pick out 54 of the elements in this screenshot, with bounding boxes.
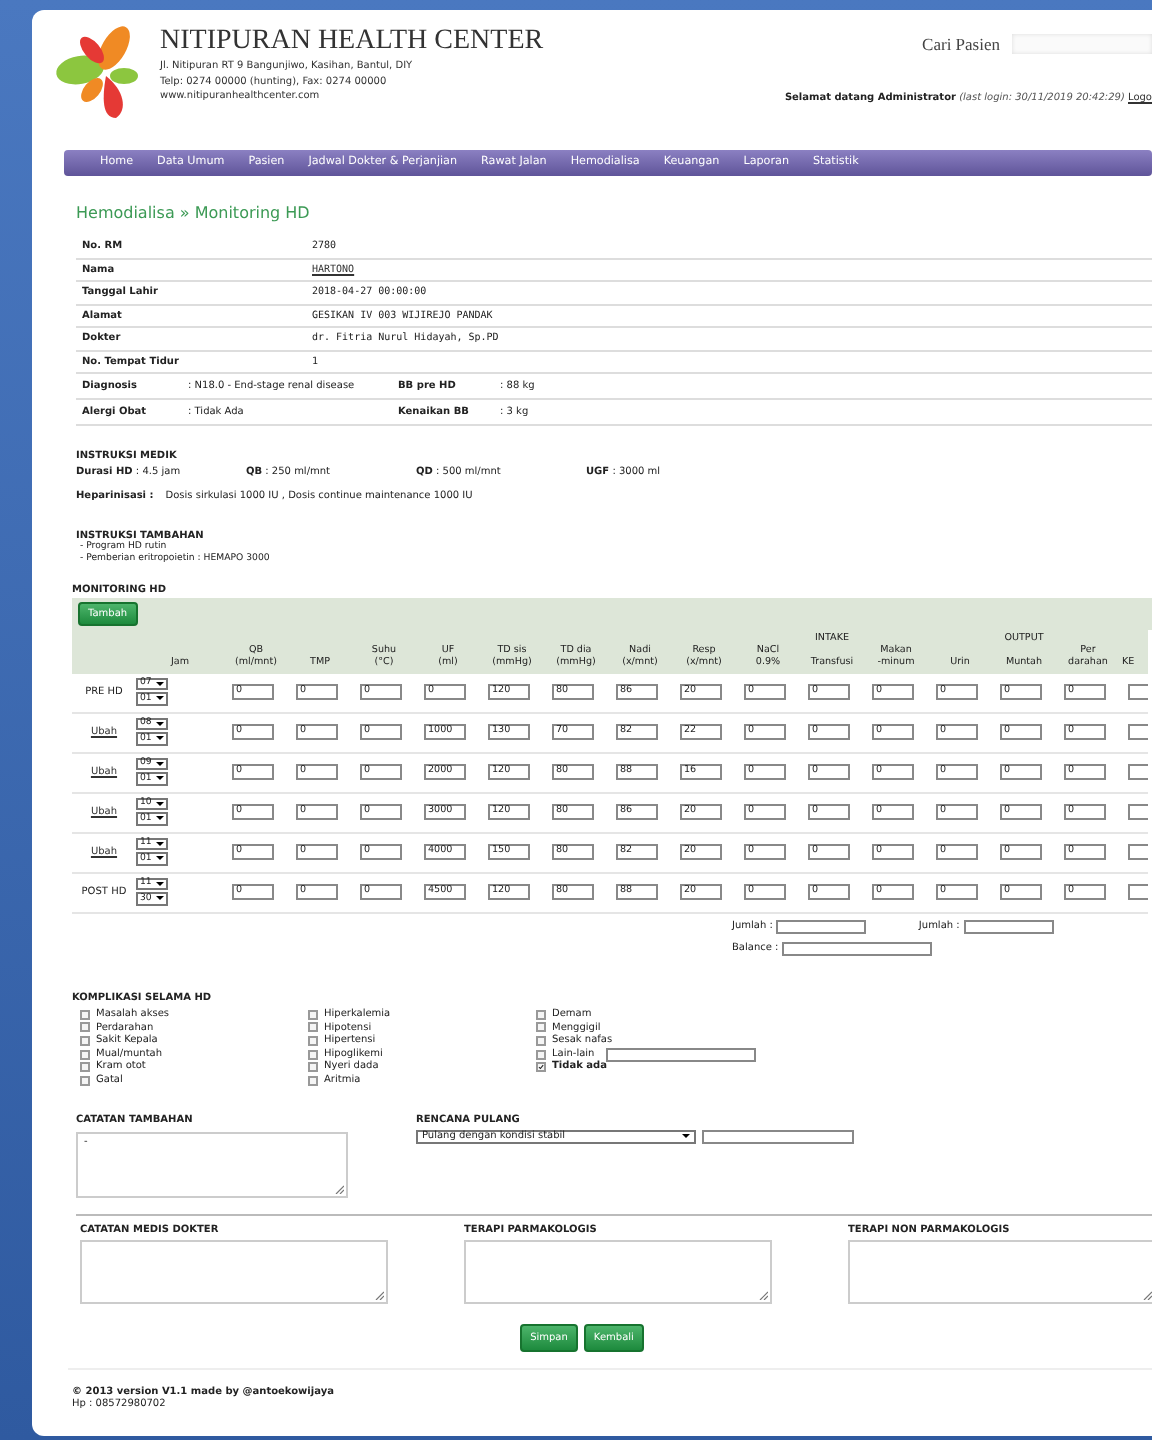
- caret-icon: [156, 841, 164, 846]
- value-input[interactable]: [1128, 884, 1148, 901]
- caret-icon: [156, 696, 164, 701]
- caret-icon: [156, 721, 164, 726]
- resize-grip-icon: [758, 1289, 768, 1300]
- resize-grip-icon: [334, 1183, 344, 1194]
- caret-icon: [682, 1134, 690, 1139]
- caret-icon: [156, 736, 164, 741]
- resize-grip-icon: [1142, 1289, 1152, 1300]
- discharge-input[interactable]: [702, 1129, 854, 1144]
- breadcrumb-current: Monitoring HD: [194, 204, 310, 222]
- checkbox[interactable]: [80, 1049, 90, 1059]
- value-input[interactable]: [1128, 764, 1148, 781]
- value-input[interactable]: [1128, 724, 1148, 741]
- caret-icon: [156, 881, 164, 886]
- checkbox[interactable]: [308, 1049, 318, 1059]
- caret-icon: [156, 856, 164, 861]
- balance-input[interactable]: [782, 941, 933, 956]
- checkbox[interactable]: [80, 1075, 90, 1086]
- search-label: Cari Pasien: [922, 34, 1000, 56]
- caret-icon: [156, 801, 164, 806]
- caret-icon: [156, 776, 164, 781]
- value-input[interactable]: [1128, 844, 1148, 861]
- total-input[interactable]: [776, 919, 867, 934]
- checkbox[interactable]: [80, 1035, 90, 1046]
- checkbox[interactable]: [536, 1035, 546, 1046]
- caret-icon: [156, 761, 164, 766]
- checkbox[interactable]: [308, 1075, 318, 1086]
- checkbox[interactable]: [80, 1062, 90, 1073]
- breadcrumb-link[interactable]: Hemodialisa: [76, 204, 175, 222]
- breadcrumb-separator: »: [179, 204, 190, 222]
- checkbox[interactable]: [308, 1009, 318, 1020]
- site-title: NITIPURAN HEALTH CENTER: [160, 26, 544, 57]
- checkbox[interactable]: [536, 1009, 546, 1020]
- caret-icon: [156, 816, 164, 821]
- notes-textarea[interactable]: [80, 1239, 388, 1304]
- resize-grip-icon: [374, 1289, 384, 1300]
- search-field[interactable]: [1012, 34, 1152, 55]
- checkbox[interactable]: [536, 1062, 546, 1073]
- value-input[interactable]: [1128, 684, 1148, 701]
- checkbox[interactable]: [308, 1022, 318, 1033]
- checkbox[interactable]: [536, 1022, 546, 1033]
- checkbox[interactable]: [308, 1062, 318, 1073]
- value-input[interactable]: [1128, 804, 1148, 821]
- notes-textarea[interactable]: [848, 1239, 1152, 1304]
- checkbox[interactable]: [80, 1009, 90, 1020]
- checkbox[interactable]: [536, 1049, 546, 1059]
- caret-icon: [156, 896, 164, 901]
- other-input[interactable]: [606, 1047, 757, 1061]
- caret-icon: [156, 681, 164, 686]
- total-input[interactable]: [963, 919, 1054, 934]
- checkbox[interactable]: [308, 1035, 318, 1046]
- checkbox[interactable]: [80, 1022, 90, 1033]
- notes-textarea[interactable]: [464, 1239, 772, 1304]
